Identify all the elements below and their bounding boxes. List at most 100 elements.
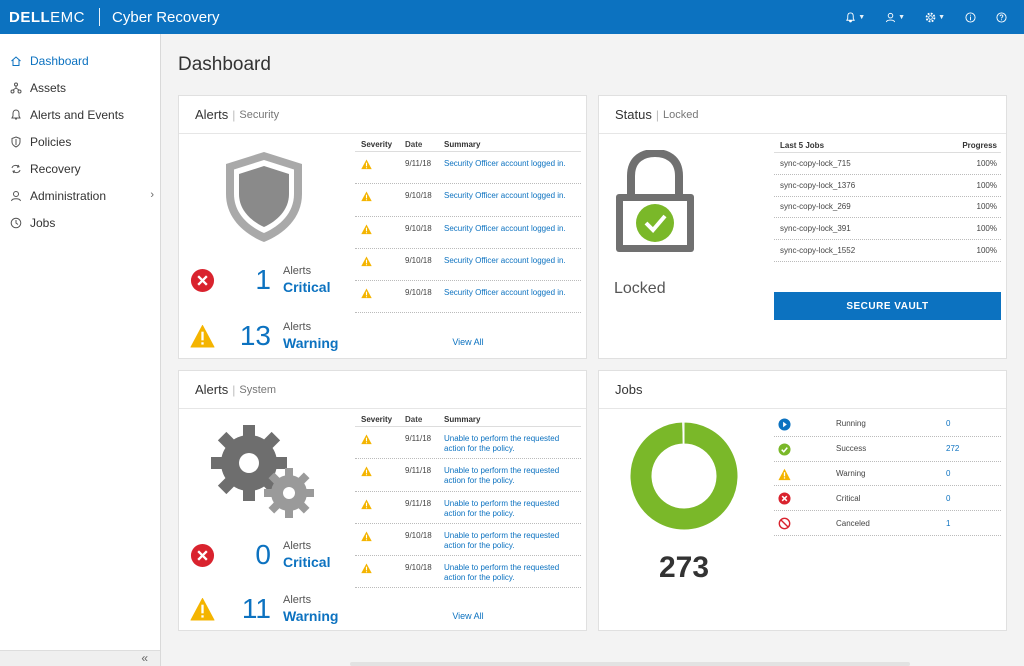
critical-count[interactable]: 0 [211,539,271,571]
secure-vault-button[interactable]: SECURE VAULT [774,292,1001,320]
alert-summary-link[interactable]: Unable to perform the requested action f… [444,434,581,454]
bell-icon [846,11,856,22]
job-status-label: Critical [836,493,861,503]
column-summary: Summary [444,414,481,424]
lock-icon [616,150,694,252]
alerts-system-card: Alerts | System 0 Alerts Critical 11 Ale… [178,370,587,631]
job-status-count[interactable]: 272 [946,444,959,453]
critical-count[interactable]: 1 [211,264,271,296]
view-all-link[interactable]: View All [355,611,581,621]
alert-summary-link[interactable]: Security Officer account logged in. [444,159,581,169]
jobs-donut-chart [629,421,739,531]
jobs-row-critical: Critical 0 [774,486,1001,512]
warning-count[interactable]: 11 [211,593,271,625]
alert-date: 9/10/18 [405,191,432,201]
dell-emc-logo: DELLEMC [9,8,86,26]
alert-summary-link[interactable]: Unable to perform the requested action f… [444,563,581,583]
table-row[interactable]: 9/11/18 Unable to perform the requested … [355,459,581,492]
table-row[interactable]: 9/10/18 Security Officer account logged … [355,281,581,314]
settings-menu[interactable]: ▼ [920,12,950,23]
gear-icon [925,12,936,22]
warning-icon [778,468,791,480]
alert-summary-link[interactable]: Unable to perform the requested action f… [444,531,581,551]
card-title: Jobs [615,382,643,397]
table-row[interactable]: 9/10/18 Security Officer account logged … [355,184,581,217]
alert-date: 9/10/18 [405,223,432,233]
job-progress: 100% [976,224,997,234]
chevron-right-icon: › [150,189,154,201]
table-row[interactable]: 9/11/18 Security Officer account logged … [355,152,581,185]
info-icon [965,11,976,23]
sidebar-item-label: Policies [30,134,72,149]
critical-alerts-stat: 1 Alerts Critical [179,261,353,301]
warning-icon [361,531,372,541]
table-row[interactable]: 9/10/18 Security Officer account logged … [355,217,581,249]
table-row[interactable]: 9/10/18 Unable to perform the requested … [355,556,581,589]
job-status-count[interactable]: 0 [946,469,950,478]
sidebar-item-alerts-and-events[interactable]: Alerts and Events [0,101,160,128]
alert-summary-link[interactable]: Security Officer account logged in. [444,256,581,266]
table-header: Severity Date Summary [355,138,581,152]
table-row[interactable]: 9/10/18 Unable to perform the requested … [355,524,581,557]
notifications-menu[interactable]: ▼ [840,11,870,23]
alert-summary-link[interactable]: Security Officer account logged in. [444,191,581,201]
alert-date: 9/10/18 [405,530,432,540]
view-all-link[interactable]: View All [355,337,581,347]
canceled-icon [778,517,791,530]
warning-icon [361,499,372,509]
sidebar-item-administration[interactable]: Administration › [0,182,160,209]
job-status-count[interactable]: 0 [946,419,950,428]
sidebar-item-assets[interactable]: Assets [0,74,160,101]
sidebar-item-label: Alerts and Events [30,107,125,122]
sidebar: Dashboard Assets Alerts and Events Polic… [0,34,161,666]
warning-level[interactable]: Warning [283,608,338,624]
column-date: Date [405,140,423,149]
sidebar-item-jobs[interactable]: Jobs [0,209,160,236]
alert-date: 9/10/18 [405,563,432,573]
alert-date: 9/11/18 [405,434,432,443]
table-row[interactable]: 9/11/18 Unable to perform the requested … [355,427,581,460]
donut-slice-canceled [682,421,685,445]
info-button[interactable] [960,11,981,23]
table-row[interactable]: 9/11/18 Unable to perform the requested … [355,492,581,524]
alert-summary-link[interactable]: Security Officer account logged in. [444,288,581,298]
card-title: Alerts [195,107,229,122]
alerts-security-card: Alerts | Security 1 Alerts Critical 13 A… [178,95,587,359]
user-icon [9,189,23,203]
chevron-down-icon: ▼ [938,13,945,21]
critical-level[interactable]: Critical [283,279,330,295]
bell-icon [9,108,23,122]
title-divider: | [232,107,236,122]
top-bar: DELLEMC Cyber Recovery ▼ ▼ ▼ [0,0,1024,34]
jobs-row-canceled: Canceled 1 [774,511,1001,536]
status-card: Status | Locked Locked Last 5 Jobs Progr… [598,95,1007,359]
warning-icon [361,563,372,574]
jobs-status-list: Running 0 Success 272 Warning 0 Critical… [774,412,1001,536]
table-row[interactable]: 9/10/18 Security Officer account logged … [355,249,581,282]
user-menu[interactable]: ▼ [880,12,910,23]
sidebar-item-policies[interactable]: Policies [0,128,160,155]
shield-icon [9,135,23,149]
warning-count[interactable]: 13 [211,320,271,352]
warning-level[interactable]: Warning [283,335,338,351]
job-progress: 100% [976,246,997,256]
job-status-count[interactable]: 1 [946,519,950,528]
sidebar-item-dashboard[interactable]: Dashboard [0,47,160,74]
help-button[interactable] [991,11,1012,23]
sidebar-item-recovery[interactable]: Recovery [0,155,160,182]
table-row: sync-copy-lock_1376 100% [774,175,1001,197]
critical-level[interactable]: Critical [283,554,330,570]
job-name: sync-copy-lock_269 [780,202,851,212]
alert-date: 9/11/18 [405,498,432,508]
alert-summary-link[interactable]: Unable to perform the requested action f… [444,466,581,486]
job-status-count[interactable]: 0 [946,494,950,503]
jobs-total: 273 [658,551,710,584]
collapse-sidebar-button[interactable]: « [141,651,148,665]
alert-date: 9/10/18 [405,288,432,298]
critical-icon [778,492,791,505]
alert-summary-link[interactable]: Unable to perform the requested action f… [444,499,581,519]
clock-icon [9,216,23,230]
title-divider: | [232,382,236,397]
alert-summary-link[interactable]: Security Officer account logged in. [444,224,581,234]
sidebar-nav: Dashboard Assets Alerts and Events Polic… [0,34,160,236]
